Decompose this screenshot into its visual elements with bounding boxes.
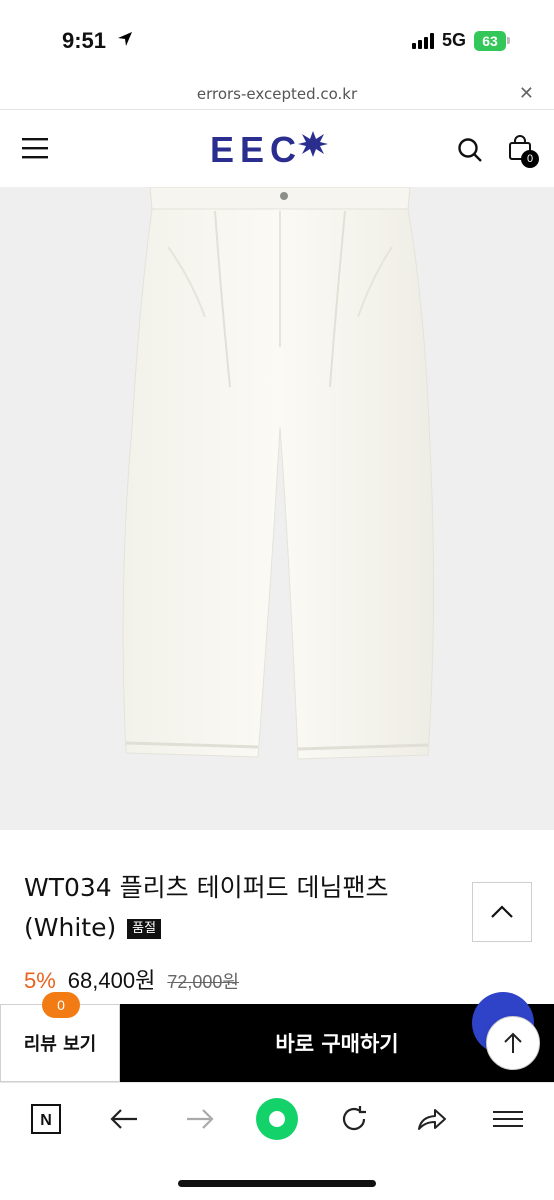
review-button-label: 리뷰 보기: [23, 1034, 97, 1055]
url-text[interactable]: errors-excepted.co.kr: [0, 85, 554, 103]
naver-green-dot-icon[interactable]: [255, 1097, 299, 1141]
status-time: 9:51: [62, 28, 107, 53]
collapse-button[interactable]: [472, 882, 532, 942]
naver-n-icon[interactable]: N: [24, 1097, 68, 1141]
signal-icon: [411, 32, 434, 49]
scroll-top-button[interactable]: [486, 1016, 540, 1070]
search-icon[interactable]: [457, 137, 483, 167]
logo-text: EEC: [210, 129, 303, 170]
buy-now-label: 바로 구매하기: [275, 1032, 399, 1056]
svg-text:N: N: [40, 1112, 52, 1129]
shopping-bag-icon[interactable]: 0: [508, 135, 539, 169]
status-bar: 9:51 5G 63: [0, 0, 554, 80]
product-title-block: WT034 플리츠 테이퍼드 데님팬츠 (White) 품절: [24, 868, 454, 948]
location-arrow-icon: [116, 30, 134, 52]
arrow-right-icon[interactable]: [178, 1097, 222, 1141]
close-icon[interactable]: ✕: [519, 83, 534, 104]
purchase-action-bar: 리뷰 보기 0 바로 구매하기: [0, 992, 554, 1082]
chevron-up-icon: [491, 905, 513, 918]
hamburger-menu-icon[interactable]: [22, 137, 48, 159]
original-price: 72,000원: [167, 972, 239, 992]
url-bar[interactable]: errors-excepted.co.kr ✕: [0, 80, 554, 110]
battery-level: 63: [474, 30, 506, 51]
home-indicator: [178, 1180, 376, 1187]
sale-price: 68,400원: [67, 968, 156, 993]
arrow-up-icon: [504, 1032, 522, 1053]
site-logo[interactable]: EEC: [210, 129, 329, 171]
reload-icon[interactable]: [332, 1097, 376, 1141]
price-row: 5% 68,400원 72,000원: [24, 963, 239, 995]
soldout-badge: 품절: [127, 919, 162, 939]
logo-burst-icon: [298, 131, 329, 157]
hamburger-icon[interactable]: [486, 1097, 530, 1141]
site-header: EEC 0: [0, 111, 554, 187]
status-indicators: 5G 63: [411, 30, 510, 51]
white-denim-pants-image: [122, 187, 435, 760]
product-image[interactable]: [0, 187, 554, 830]
discount-rate: 5%: [24, 968, 56, 993]
review-count-badge: 0: [42, 992, 80, 1018]
cart-count-badge: 0: [521, 150, 539, 168]
share-icon[interactable]: [409, 1097, 453, 1141]
product-title: WT034 플리츠 테이퍼드 데님팬츠 (White): [24, 873, 389, 942]
battery-icon: 63: [474, 30, 510, 51]
arrow-left-icon[interactable]: [102, 1097, 146, 1141]
network-type: 5G: [441, 30, 466, 50]
